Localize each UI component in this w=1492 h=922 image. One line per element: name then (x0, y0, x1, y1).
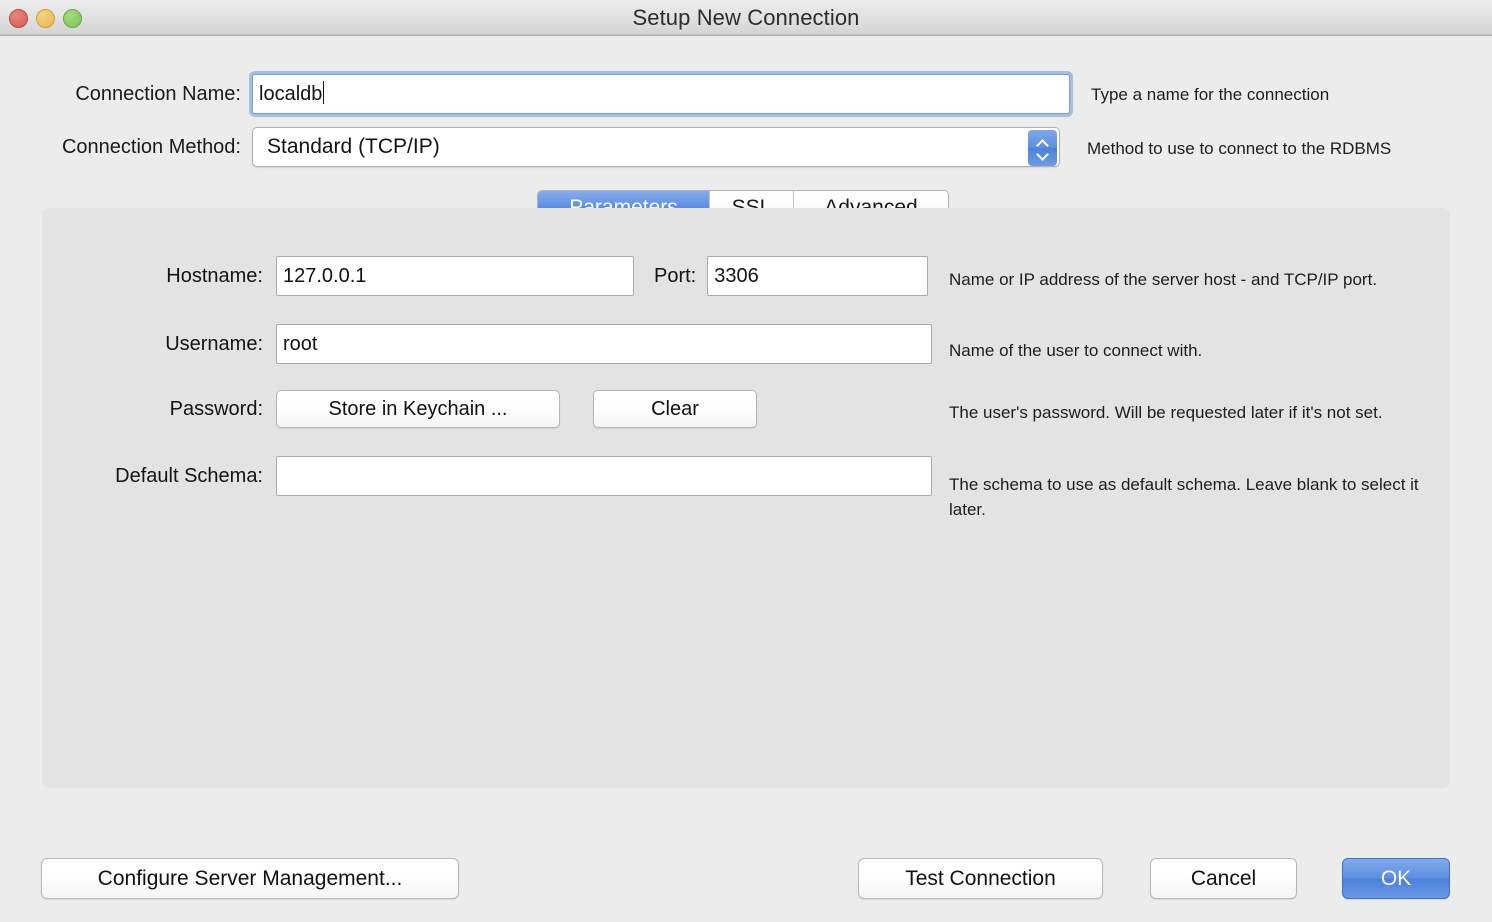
text-caret (323, 81, 325, 104)
default-schema-hint: The schema to use as default schema. Lea… (949, 475, 1419, 519)
port-input[interactable]: 3306 (707, 256, 929, 296)
connection-method-value: Standard (TCP/IP) (267, 135, 440, 158)
connection-method-hint: Method to use to connect to the RDBMS (1087, 139, 1392, 158)
connection-name-value: localdb (259, 83, 323, 105)
username-row: Username: root (121, 324, 932, 364)
cancel-button[interactable]: Cancel (1150, 858, 1297, 899)
password-hint: The user's password. Will be requested l… (949, 403, 1383, 422)
connection-name-row: Connection Name: localdb (0, 74, 1070, 114)
test-connection-button[interactable]: Test Connection (858, 858, 1103, 899)
username-hint: Name of the user to connect with. (949, 341, 1203, 360)
setup-new-connection-dialog: Setup New Connection Connection Name: lo… (0, 0, 1492, 922)
hostname-label: Hostname: (166, 264, 263, 287)
connection-method-select[interactable]: Standard (TCP/IP) (252, 127, 1060, 167)
password-label: Password: (169, 397, 263, 420)
connection-name-input[interactable]: localdb (252, 74, 1070, 114)
hostname-hint: Name or IP address of the server host - … (949, 270, 1378, 289)
connection-name-hint: Type a name for the connection (1091, 85, 1330, 104)
port-label: Port: (654, 264, 697, 287)
connection-method-label: Connection Method: (61, 135, 241, 158)
username-label: Username: (165, 332, 263, 355)
connection-name-label: Connection Name: (75, 82, 241, 105)
ok-button[interactable]: OK (1342, 858, 1450, 899)
window-title: Setup New Connection (632, 5, 860, 30)
stepper-chevrons-icon[interactable] (1028, 130, 1057, 166)
store-in-keychain-button[interactable]: Store in Keychain ... (276, 390, 560, 428)
hostname-input[interactable]: 127.0.0.1 (276, 256, 634, 296)
default-schema-row: Default Schema: (60, 456, 932, 496)
title-bar: Setup New Connection (0, 0, 1492, 36)
username-input[interactable]: root (276, 324, 932, 364)
default-schema-input[interactable] (276, 456, 932, 496)
password-row: Password: Store in Keychain ... Clear (121, 390, 757, 428)
hostname-row: Hostname: 127.0.0.1 Port: 3306 (121, 256, 929, 296)
chevron-up-icon (1037, 140, 1048, 146)
clear-password-button[interactable]: Clear (593, 390, 757, 428)
chevron-down-icon (1037, 151, 1048, 157)
parameters-panel: Hostname: 127.0.0.1 Port: 3306 Name or I… (42, 208, 1450, 788)
configure-server-management-button[interactable]: Configure Server Management... (41, 858, 459, 899)
connection-method-row: Connection Method: Standard (TCP/IP) (0, 127, 1060, 167)
default-schema-label: Default Schema: (115, 464, 263, 487)
